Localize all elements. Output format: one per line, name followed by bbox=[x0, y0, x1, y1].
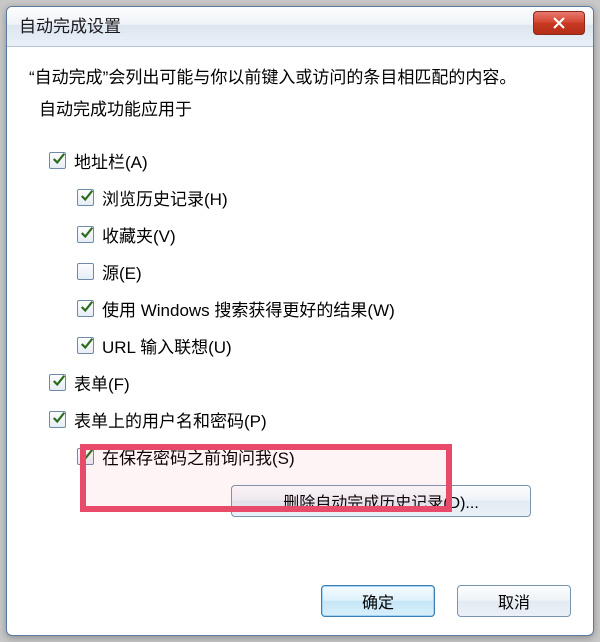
checkbox-favorites[interactable] bbox=[77, 226, 94, 243]
checkbox-row-url-suggest: URL 输入联想(U) bbox=[77, 333, 571, 358]
checkbox-label: 源(E) bbox=[102, 259, 142, 284]
checkbox-url-suggest[interactable] bbox=[77, 337, 94, 354]
checkbox-form-passwords[interactable] bbox=[49, 411, 66, 428]
checkbox-address-bar[interactable] bbox=[49, 152, 66, 169]
checkbox-row-address-bar: 地址栏(A) bbox=[49, 148, 571, 173]
checkbox-row-favorites: 收藏夹(V) bbox=[77, 222, 571, 247]
checkbox-forms[interactable] bbox=[49, 374, 66, 391]
checkbox-label: 地址栏(A) bbox=[74, 148, 148, 173]
checkbox-label: 使用 Windows 搜索获得更好的结果(W) bbox=[102, 296, 395, 321]
close-button[interactable] bbox=[533, 11, 585, 35]
checkbox-row-windows-search: 使用 Windows 搜索获得更好的结果(W) bbox=[77, 296, 571, 321]
checkbox-row-ask-before-save: 在保存密码之前询问我(S) bbox=[77, 444, 571, 469]
checkbox-label: 表单上的用户名和密码(P) bbox=[74, 407, 267, 432]
checkbox-row-feeds: 源(E) bbox=[77, 259, 571, 284]
checkbox-list: 地址栏(A) 浏览历史记录(H) 收藏夹(V) 源(E) 使用 Windows … bbox=[49, 148, 571, 517]
description-text: “自动完成”会列出可能与你以前键入或访问的条目相匹配的内容。 bbox=[29, 65, 571, 91]
dialog-button-row: 确定 取消 bbox=[321, 585, 571, 617]
checkbox-feeds[interactable] bbox=[77, 263, 94, 280]
dialog-title: 自动完成设置 bbox=[19, 17, 121, 36]
checkbox-row-form-passwords: 表单上的用户名和密码(P) bbox=[49, 407, 571, 432]
close-icon bbox=[552, 16, 566, 30]
checkbox-ask-before-save[interactable] bbox=[77, 448, 94, 465]
checkbox-row-forms: 表单(F) bbox=[49, 370, 571, 395]
cancel-button[interactable]: 取消 bbox=[457, 585, 571, 617]
checkbox-label: 在保存密码之前询问我(S) bbox=[102, 444, 295, 469]
titlebar: 自动完成设置 bbox=[7, 7, 593, 47]
checkbox-windows-search[interactable] bbox=[77, 300, 94, 317]
checkbox-label: 浏览历史记录(H) bbox=[102, 185, 228, 210]
checkbox-label: 表单(F) bbox=[74, 370, 130, 395]
checkbox-row-history: 浏览历史记录(H) bbox=[77, 185, 571, 210]
checkbox-label: 收藏夹(V) bbox=[102, 222, 176, 247]
delete-autocomplete-history-button[interactable]: 删除自动完成历史记录(D)... bbox=[231, 485, 531, 517]
checkbox-label: URL 输入联想(U) bbox=[102, 333, 232, 358]
checkbox-history[interactable] bbox=[77, 189, 94, 206]
autocomplete-settings-dialog: 自动完成设置 “自动完成”会列出可能与你以前键入或访问的条目相匹配的内容。 自动… bbox=[6, 6, 594, 636]
sub-heading: 自动完成功能应用于 bbox=[39, 95, 571, 120]
delete-history-row: 删除自动完成历史记录(D)... bbox=[231, 485, 571, 517]
dialog-content: “自动完成”会列出可能与你以前键入或访问的条目相匹配的内容。 自动完成功能应用于… bbox=[7, 47, 593, 517]
ok-button[interactable]: 确定 bbox=[321, 585, 435, 617]
